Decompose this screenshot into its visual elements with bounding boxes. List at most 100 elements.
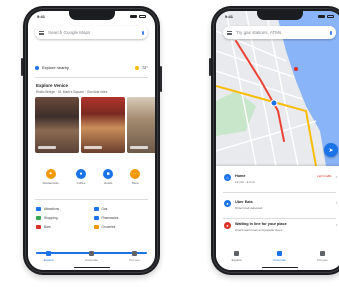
status-icons (130, 15, 146, 18)
nav-item-commute[interactable]: Commute (272, 250, 286, 262)
bed-icon: ■ (103, 169, 114, 179)
divider (223, 218, 336, 219)
menu-icon[interactable] (227, 30, 232, 35)
info-row[interactable]: ⌂ Home 12 min · 4.2 mi Light traffic › (224, 174, 337, 184)
more-category-label: Attractions (44, 207, 60, 211)
more-category-label: Bars (44, 225, 51, 229)
coffee-icon: ● (75, 169, 86, 179)
right-phone: 9:41 Try gas stations, ATMs ➤ ⌂ Home 12 mi… (209, 6, 339, 275)
more-icon: ⋯ (130, 169, 141, 179)
more-category-item[interactable]: Shopping (36, 216, 90, 220)
menu-icon[interactable] (39, 30, 44, 35)
info-row-text: Uber Eats Order food delivered (235, 200, 332, 210)
more-category-item[interactable]: Attractions (36, 207, 90, 211)
place-photo[interactable] (81, 97, 125, 153)
home-indicator (73, 266, 110, 268)
chevron-right-icon[interactable]: › (336, 174, 337, 179)
directions-button[interactable]: ➤ (324, 143, 338, 157)
category-button[interactable]: ✦ Restaurants (43, 169, 59, 185)
category-icon (93, 225, 99, 229)
more-category-item[interactable]: Pharmacies (93, 216, 148, 220)
explore-chip-row: Explore nearby 72° (35, 65, 148, 70)
nav-item-for-you[interactable]: For you (129, 250, 139, 262)
nav-icon (131, 250, 137, 256)
more-category-label: Gas (101, 207, 108, 211)
more-categories: Attractions Gas Shopping Pharmacies Bars Groc… (36, 207, 147, 229)
more-category-label: Shopping (44, 216, 58, 220)
explore-chip[interactable]: Explore nearby (42, 65, 69, 70)
search-input[interactable]: Search Google Maps (48, 30, 90, 35)
category-buttons: ✦ Restaurants ● Coffee ■ Hotels ⋯ More (34, 169, 149, 185)
photo-caption-bar (130, 146, 148, 149)
divider (35, 77, 148, 78)
category-button[interactable]: ● Coffee (75, 169, 86, 185)
photo-caption-bar (84, 146, 102, 149)
search-bar[interactable]: Search Google Maps (35, 26, 148, 39)
place-photo[interactable] (127, 97, 155, 153)
car-icon: ● (224, 200, 231, 207)
map-pin-icon[interactable] (294, 67, 298, 71)
info-row[interactable]: ● Uber Eats Order food delivered › (224, 200, 337, 210)
category-label: Coffee (76, 181, 86, 185)
more-category-item[interactable]: Gas (93, 207, 148, 211)
nav-icon (276, 250, 282, 256)
more-category-item[interactable]: Bars (36, 225, 90, 229)
nav-label: For you (317, 257, 328, 262)
category-icon (36, 216, 41, 220)
search-input[interactable]: Try gas stations, ATMs (236, 30, 281, 35)
location-dot-icon (35, 65, 39, 70)
bottom-nav: Explore Commute For you (28, 247, 155, 265)
category-label: Hotels (103, 181, 113, 185)
info-sheet: ⌂ Home 12 min · 4.2 mi Light traffic › ● Uber … (216, 166, 339, 270)
more-category-label: Pharmacies (101, 216, 119, 220)
search-bar[interactable]: Try gas stations, ATMs (223, 26, 336, 39)
category-icon (93, 216, 99, 220)
category-icon (93, 207, 99, 211)
info-row[interactable]: ● Waiting in line for your place Check wai… (224, 222, 337, 232)
nav-item-commute[interactable]: Commute (84, 250, 98, 262)
home-indicator (261, 266, 298, 268)
nav-icon (319, 250, 325, 256)
notch (256, 11, 303, 20)
left-phone-side-button-2 (160, 66, 162, 92)
status-time: 9:41 (225, 14, 234, 19)
explore-subtitle: Rialto Bridge · St. Mark's Square · Gond… (36, 90, 108, 94)
nav-icon (88, 250, 94, 256)
left-phone-screen: 9:41 Search Google Maps Explore nearby 7… (28, 11, 155, 270)
photo-carousel[interactable] (35, 97, 155, 153)
category-icon (36, 225, 41, 229)
fork-knife-icon: ✦ (45, 169, 56, 179)
nav-label: Commute (84, 257, 98, 262)
chevron-right-icon[interactable]: › (336, 222, 337, 227)
microphone-icon[interactable] (141, 30, 144, 35)
more-category-label: Groceries (101, 225, 116, 229)
explore-title: Explore Venice (36, 83, 69, 88)
microphone-icon[interactable] (329, 30, 332, 35)
left-phone-side-button (21, 58, 23, 76)
traffic-status: Light traffic (317, 174, 332, 178)
place-photo[interactable] (35, 97, 79, 153)
category-button[interactable]: ■ Hotels (103, 169, 114, 185)
info-row-title: Home (235, 174, 246, 178)
nav-item-explore[interactable]: Explore (44, 250, 54, 262)
category-button[interactable]: ⋯ More (130, 169, 141, 185)
nav-icon (234, 250, 240, 256)
signal-icon (318, 15, 325, 18)
info-row-title: Waiting in line for your place (235, 222, 287, 226)
info-row-subtitle: Order food delivered (235, 205, 263, 210)
nav-item-for-you[interactable]: For you (317, 250, 328, 262)
weather-temp: 72° (141, 65, 148, 70)
bottom-nav: Explore Commute For you (216, 247, 339, 265)
chevron-right-icon[interactable]: › (336, 200, 337, 205)
battery-icon (139, 15, 146, 18)
more-category-item[interactable]: Groceries (93, 225, 148, 229)
info-row-subtitle: 12 min · 4.2 mi (235, 179, 255, 184)
info-row-subtitle: Check wait times and popular times (235, 227, 283, 232)
signal-icon (130, 15, 137, 18)
nav-label: Explore (231, 257, 242, 262)
nav-item-explore[interactable]: Explore (231, 250, 242, 262)
info-row-title: Uber Eats (235, 200, 253, 204)
home-icon: ⌂ (224, 174, 231, 181)
nav-label: Commute (272, 257, 286, 262)
status-icons (318, 15, 334, 18)
